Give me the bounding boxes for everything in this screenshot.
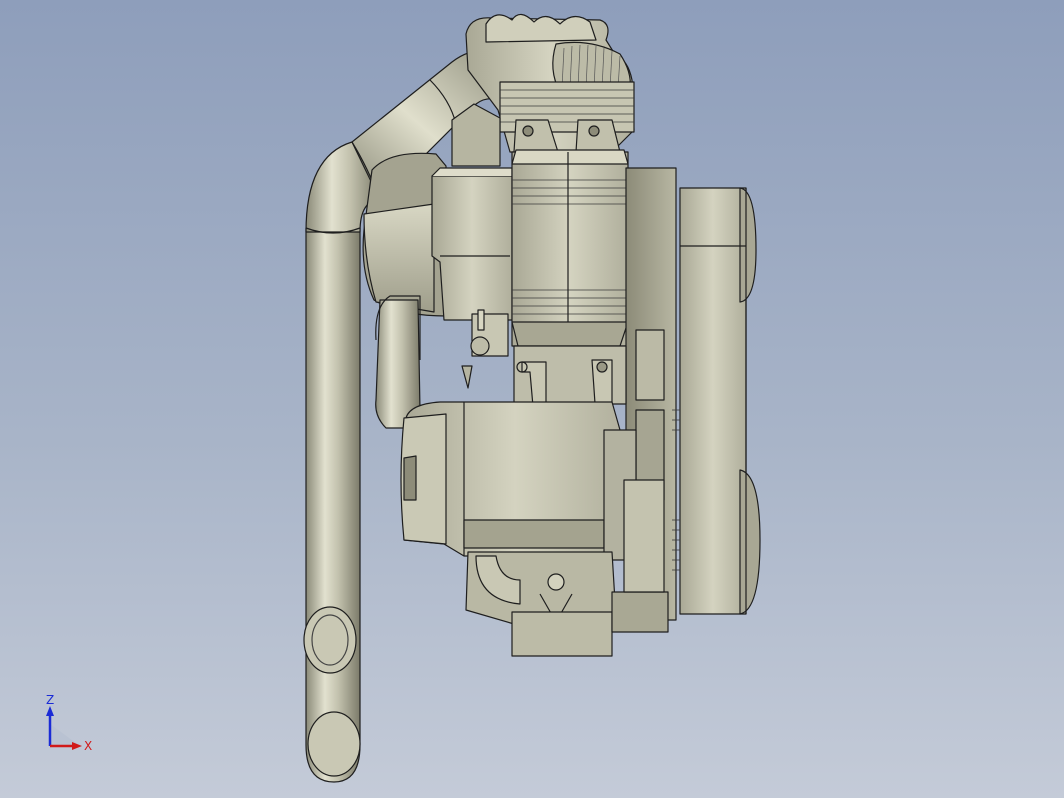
cylinder-block: [511, 149, 629, 347]
engine-3d-model[interactable]: [0, 0, 1064, 798]
cad-graphics-viewport[interactable]: Z X: [0, 0, 1064, 798]
intake-assembly: [362, 152, 513, 429]
z-axis-label: Z: [46, 694, 54, 707]
x-axis-label: X: [84, 739, 92, 753]
belt-cover: [672, 187, 761, 615]
triad-base-shape: [50, 724, 80, 746]
coordinate-triad: Z X: [46, 694, 92, 753]
